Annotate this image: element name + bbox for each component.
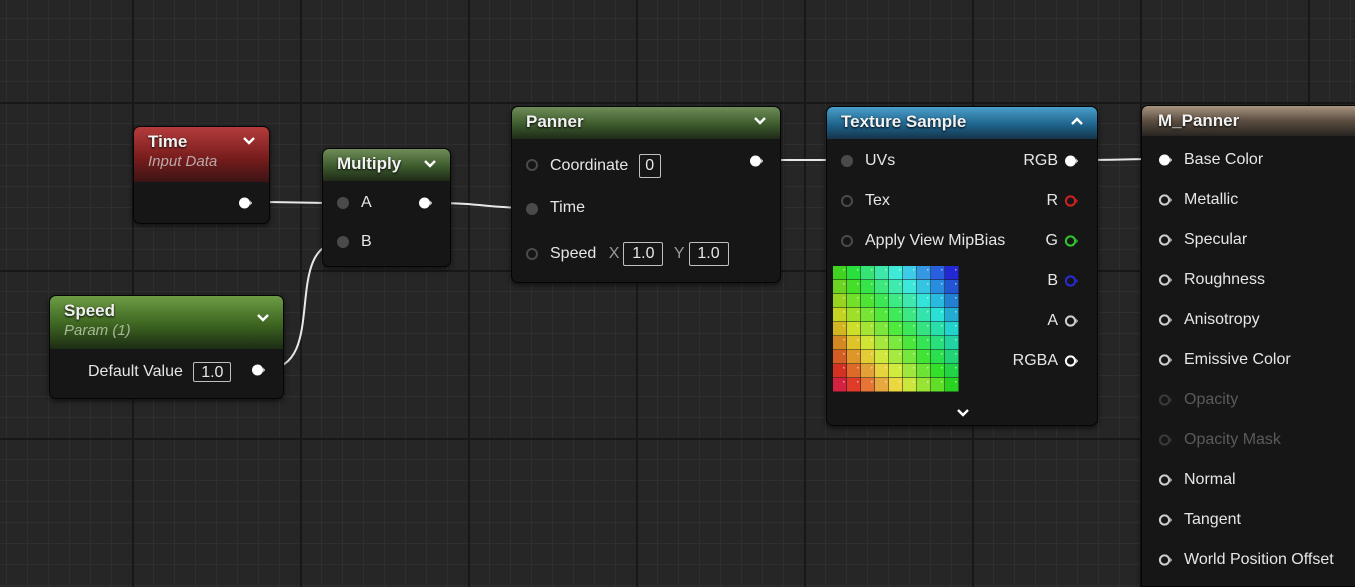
output-pin-icon[interactable]	[418, 196, 432, 210]
node-title: M_Panner	[1158, 111, 1240, 130]
chevron-down-icon[interactable]	[955, 405, 971, 421]
texture-output-label: RGB	[1023, 152, 1058, 169]
speed-node-header[interactable]: Speed Param (1)	[50, 296, 283, 349]
chevron-down-icon[interactable]	[752, 113, 768, 129]
node-subtitle: Input Data	[148, 153, 218, 170]
input-label-b: B	[361, 233, 372, 250]
time-node-header[interactable]: Time Input Data	[134, 127, 269, 182]
chevron-down-icon[interactable]	[241, 133, 257, 149]
speed-y-field[interactable]: 1.0	[688, 242, 729, 266]
node-title: Texture Sample	[841, 112, 967, 131]
input-pin-coordinate-icon[interactable]	[525, 158, 539, 172]
input-pin-a-icon[interactable]	[336, 196, 350, 210]
panner-node[interactable]: Panner Coordinate 0 Time Speed X 1.0 Y 1.0	[511, 106, 781, 283]
texture-input-label: Apply View MipBias	[865, 232, 1006, 249]
material-input-label: Roughness	[1184, 271, 1265, 288]
output-pin-icon[interactable]	[1064, 194, 1078, 208]
coordinate-label: Coordinate	[550, 157, 629, 175]
input-pin-icon[interactable]	[1158, 193, 1172, 207]
material-input-label: Opacity Mask	[1184, 431, 1281, 448]
output-pin-icon[interactable]	[1064, 154, 1078, 168]
default-value-field[interactable]: 1.0	[193, 362, 232, 382]
texture-output-label: A	[1047, 312, 1058, 329]
coordinate-field[interactable]: 0	[638, 154, 661, 178]
output-pin-icon[interactable]	[238, 196, 252, 210]
material-result-node[interactable]: M_Panner Base Color Metallic Specular Rough…	[1141, 105, 1355, 587]
texture-output-label: B	[1047, 272, 1058, 289]
speed-node[interactable]: Speed Param (1) Default Value 1.0	[49, 295, 284, 399]
speed-label: Speed	[550, 245, 597, 263]
input-pin-icon[interactable]	[1158, 473, 1172, 487]
multiply-node[interactable]: Multiply A B	[322, 148, 451, 267]
speed-x-field[interactable]: 1.0	[623, 242, 664, 266]
default-value-row: Default Value 1.0	[88, 362, 232, 382]
multiply-node-header[interactable]: Multiply	[323, 149, 450, 181]
time-input-label: Time	[550, 199, 585, 216]
input-pin-icon[interactable]	[1158, 553, 1172, 567]
output-pin-icon[interactable]	[749, 154, 763, 168]
material-input-label: Normal	[1184, 471, 1236, 488]
panner-node-header[interactable]: Panner	[512, 107, 780, 139]
material-input-label: Anisotropy	[1184, 311, 1260, 328]
speed-y-label: Y	[673, 245, 685, 263]
input-pin-icon[interactable]	[1158, 513, 1172, 527]
texture-sample-node[interactable]: Texture Sample UVs Tex Apply View MipBias …	[826, 106, 1098, 426]
input-pin-icon[interactable]	[1158, 153, 1172, 167]
input-pin-time-icon[interactable]	[525, 202, 539, 216]
material-input-label: Opacity	[1184, 391, 1239, 408]
texture-sample-header[interactable]: Texture Sample	[827, 107, 1097, 139]
node-subtitle: Param (1)	[64, 322, 131, 339]
input-pin-icon[interactable]	[840, 194, 854, 208]
output-pin-icon[interactable]	[1064, 354, 1078, 368]
texture-output-label: G	[1045, 232, 1058, 249]
time-node[interactable]: Time Input Data	[133, 126, 270, 224]
texture-input-label: UVs	[865, 152, 896, 169]
chevron-up-icon[interactable]	[1069, 113, 1085, 129]
chevron-down-icon[interactable]	[422, 156, 438, 172]
input-pin-icon	[1158, 434, 1172, 446]
output-pin-icon[interactable]	[1064, 314, 1078, 328]
texture-preview	[833, 266, 959, 392]
output-pin-icon[interactable]	[1064, 234, 1078, 248]
material-input-label: Metallic	[1184, 191, 1239, 208]
speed-row: Speed X 1.0 Y 1.0	[550, 242, 729, 266]
texture-input-label: Tex	[865, 192, 890, 209]
node-title: Panner	[526, 112, 584, 131]
input-pin-b-icon[interactable]	[336, 235, 350, 249]
texture-output-label: RGBA	[1012, 352, 1058, 369]
input-pin-icon[interactable]	[1158, 313, 1172, 327]
input-label-a: A	[361, 194, 372, 211]
material-input-label: Tangent	[1184, 511, 1241, 528]
input-pin-icon[interactable]	[1158, 273, 1172, 287]
input-pin-icon	[1158, 394, 1172, 406]
node-title: Speed	[64, 301, 116, 320]
material-header[interactable]: M_Panner	[1142, 106, 1355, 136]
speed-x-label: X	[608, 245, 620, 263]
chevron-down-icon[interactable]	[255, 310, 271, 326]
input-pin-icon[interactable]	[1158, 233, 1172, 247]
input-pin-icon[interactable]	[840, 234, 854, 248]
node-title: Time	[148, 132, 188, 151]
input-pin-uvs-icon[interactable]	[840, 154, 854, 168]
output-pin-icon[interactable]	[1064, 274, 1078, 288]
coordinate-row: Coordinate 0	[550, 154, 661, 178]
texture-output-label: R	[1046, 192, 1058, 209]
default-value-label: Default Value	[88, 363, 183, 381]
material-input-label: Emissive Color	[1184, 351, 1291, 368]
material-input-label: Specular	[1184, 231, 1248, 248]
material-input-label: Base Color	[1184, 151, 1264, 168]
input-pin-speed-icon[interactable]	[525, 247, 539, 261]
input-pin-icon[interactable]	[1158, 353, 1172, 367]
material-input-label: World Position Offset	[1184, 551, 1334, 568]
output-pin-icon[interactable]	[251, 363, 265, 377]
